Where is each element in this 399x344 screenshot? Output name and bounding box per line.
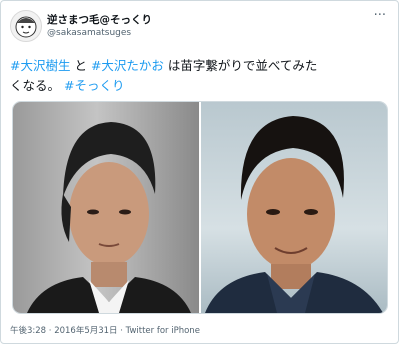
- hashtag-link[interactable]: #大沢たかお: [91, 58, 164, 73]
- avatar[interactable]: [10, 10, 42, 42]
- display-name[interactable]: 逆さまつ毛@そっくり: [47, 12, 152, 27]
- user-handle[interactable]: @sakasamatsuges: [47, 28, 131, 38]
- media-grid: [12, 101, 388, 314]
- text-segment: は苗字繋がりで並べてみた: [163, 58, 318, 73]
- text-segment: と: [70, 58, 91, 73]
- photo-left[interactable]: [13, 102, 199, 313]
- tweet-text: #大沢樹生 と #大沢たかお は苗字繋がりで並べてみたくなる。 #そっくり: [10, 56, 390, 96]
- photo-right[interactable]: [201, 102, 387, 313]
- portrait-left: [27, 122, 191, 313]
- hashtag-link[interactable]: #大沢樹生: [10, 58, 70, 73]
- tweet-timestamp[interactable]: 午後3:28 · 2016年5月31日 · Twitter for iPhone: [10, 324, 200, 336]
- cartoon-face-icon: [15, 16, 37, 38]
- hashtag-link[interactable]: #そっくり: [64, 78, 124, 93]
- text-segment: くなる。: [10, 78, 64, 93]
- more-horizontal-icon[interactable]: ···: [374, 9, 386, 22]
- portrait-right: [205, 116, 383, 313]
- tweet-card: 逆さまつ毛@そっくり @sakasamatsuges ··· #大沢樹生 と #…: [0, 0, 399, 344]
